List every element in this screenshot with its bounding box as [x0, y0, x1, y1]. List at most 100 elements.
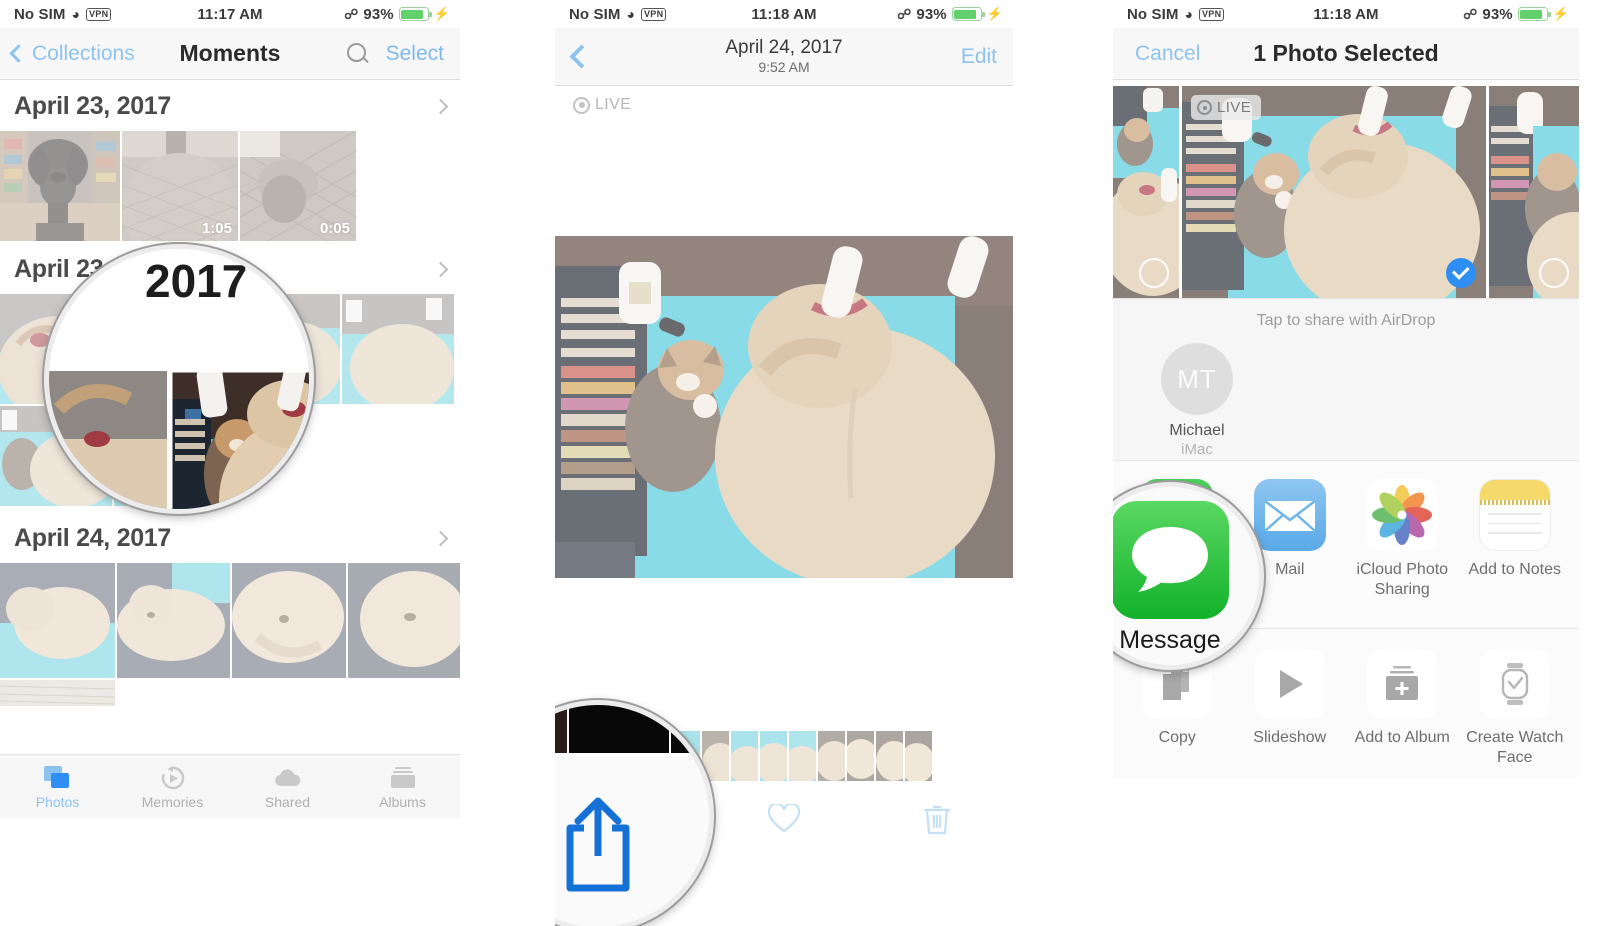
phone-panel-photo-detail: No SIM ◕ VPN 11:18 AM ☍ 93% ⚡ April 24, …: [555, 0, 1013, 926]
bluetooth-icon: ☍: [344, 6, 359, 22]
tab-bar: Photos Memories Shared Albums: [0, 754, 460, 818]
notes-app-icon: [1478, 479, 1551, 551]
video-duration-label: 1:05: [201, 220, 232, 237]
vpn-badge: VPN: [641, 7, 667, 21]
carrier-label: No SIM: [14, 5, 66, 23]
tab-memories[interactable]: Memories: [115, 764, 230, 810]
edit-button[interactable]: Edit: [961, 45, 997, 69]
tab-label: Shared: [264, 793, 311, 810]
photo-select-toggle[interactable]: [1539, 258, 1569, 288]
photo-thumbnail[interactable]: [0, 680, 115, 706]
share-app-label: iCloud Photo Sharing: [1356, 561, 1449, 598]
live-label: LIVE: [595, 96, 632, 113]
bluetooth-icon: ☍: [1463, 6, 1478, 22]
battery-percent-label: 93%: [363, 5, 394, 23]
phone-panel-moments: No SIM ◕ VPN 11:17 AM ☍ 93% ⚡ Collection…: [0, 0, 460, 926]
video-duration-label: 0:05: [319, 220, 350, 237]
photo-thumbnail[interactable]: [0, 563, 115, 678]
share-action-add-to-album[interactable]: Add to Album: [1346, 649, 1459, 778]
chevron-right-icon[interactable]: [432, 530, 449, 547]
filmstrip-thumb[interactable]: [876, 731, 903, 781]
airdrop-section: Tap to share with AirDrop MT Michael iMa…: [1113, 298, 1579, 460]
photo-thumbnail[interactable]: [116, 563, 230, 678]
loupe-message-label: Message: [1119, 626, 1220, 654]
photo-thumbnail[interactable]: [342, 294, 454, 404]
video-thumbnail[interactable]: 1:05: [122, 131, 238, 241]
filmstrip-thumb[interactable]: [847, 731, 874, 781]
selected-photos-strip: LIVE: [1113, 80, 1579, 298]
chevron-back-icon: [569, 44, 594, 69]
battery-percent-label: 93%: [1482, 5, 1513, 23]
photo-date-label: April 24, 2017: [725, 37, 843, 58]
charging-bolt-icon: ⚡: [433, 6, 450, 21]
status-bar-mid: No SIM ◕ VPN 11:18 AM ☍ 93% ⚡: [555, 0, 1013, 28]
magnifier-loupe-photo: 2017: [44, 244, 314, 514]
tab-photos[interactable]: Photos: [0, 764, 115, 810]
nav-right-group: Edit: [961, 45, 1013, 69]
photo-row: [0, 680, 460, 706]
charging-bolt-icon: ⚡: [1552, 6, 1569, 21]
tab-label: Memories: [141, 793, 204, 810]
photo-select-toggle[interactable]: [1139, 258, 1169, 288]
notes-line: [1487, 522, 1542, 524]
share-action-label: Create Watch Face: [1466, 729, 1564, 766]
photo-viewer[interactable]: [555, 236, 1013, 578]
filmstrip-thumb[interactable]: [789, 731, 816, 781]
filmstrip-thumb[interactable]: [905, 731, 932, 781]
selected-photo-thumb[interactable]: LIVE: [1182, 86, 1486, 298]
photo-thumbnail[interactable]: [232, 563, 346, 678]
vpn-badge: VPN: [1199, 7, 1225, 21]
share-action-label: Copy: [1158, 729, 1196, 746]
cancel-button[interactable]: Cancel: [1113, 42, 1200, 66]
share-app-label: Add to Notes: [1468, 561, 1562, 578]
chevron-right-icon[interactable]: [432, 98, 449, 115]
filmstrip-thumb[interactable]: [818, 731, 845, 781]
select-button[interactable]: Select: [386, 42, 444, 66]
photo-row: [0, 563, 460, 678]
photo-title-block: April 24, 2017 9:52 AM: [555, 37, 1013, 76]
live-photo-badge[interactable]: LIVE: [555, 86, 1013, 114]
delete-button[interactable]: [860, 802, 1013, 836]
photo-select-toggle[interactable]: [1446, 258, 1476, 288]
chevron-right-icon[interactable]: [432, 261, 449, 278]
status-bar-right: No SIM ◕ VPN 11:18 AM ☍ 93% ⚡: [1113, 0, 1579, 28]
magnifier-loupe-message: Message: [1113, 482, 1264, 670]
photos-icon: [0, 764, 115, 792]
notes-line: [1487, 532, 1542, 534]
photo-thumbnail[interactable]: [347, 563, 460, 678]
back-button[interactable]: [555, 44, 594, 69]
share-action-create-watch-face[interactable]: Create Watch Face: [1459, 649, 1572, 778]
status-right-group: ☍ 93% ⚡: [897, 6, 1013, 23]
status-left-group: No SIM ◕ VPN: [0, 5, 112, 23]
live-photo-icon: [573, 96, 590, 114]
share-app-icloud-photo-sharing[interactable]: iCloud Photo Sharing: [1346, 479, 1459, 628]
filmstrip-thumb[interactable]: [760, 731, 787, 781]
tab-albums[interactable]: Albums: [345, 764, 460, 810]
status-right-group: ☍ 93% ⚡: [344, 6, 460, 23]
selected-photo-thumb[interactable]: [1489, 86, 1579, 298]
moment-header[interactable]: April 23, 2017: [0, 80, 460, 131]
airdrop-contact[interactable]: MT Michael iMac: [1137, 343, 1257, 458]
back-to-collections-button[interactable]: Collections: [0, 42, 135, 66]
filmstrip-thumb[interactable]: [731, 731, 758, 781]
share-app-add-to-notes[interactable]: Add to Notes: [1459, 479, 1572, 628]
airdrop-contact-name: Michael: [1169, 422, 1225, 439]
share-action-slideshow[interactable]: Slideshow: [1234, 649, 1347, 778]
battery-icon: [398, 7, 432, 21]
vpn-badge: VPN: [86, 7, 112, 21]
battery-icon: [951, 7, 985, 21]
moment-date-label: April 23, 2017: [14, 92, 172, 120]
live-label: LIVE: [1217, 99, 1252, 116]
selected-photo-thumb[interactable]: [1113, 86, 1179, 298]
notes-perforation: [1479, 500, 1550, 505]
watch-face-icon: [1479, 649, 1550, 719]
moment-header[interactable]: April 24, 2017: [0, 506, 460, 563]
photo-thumbnail[interactable]: [0, 131, 120, 241]
video-thumbnail[interactable]: 0:05: [240, 131, 356, 241]
search-icon[interactable]: [346, 43, 368, 64]
tab-shared[interactable]: Shared: [230, 764, 345, 810]
chevron-back-icon: [9, 44, 28, 63]
favorite-button[interactable]: [708, 804, 861, 834]
shared-cloud-icon: [230, 764, 345, 792]
status-bar-left: No SIM ◕ VPN 11:17 AM ☍ 93% ⚡: [0, 0, 460, 28]
